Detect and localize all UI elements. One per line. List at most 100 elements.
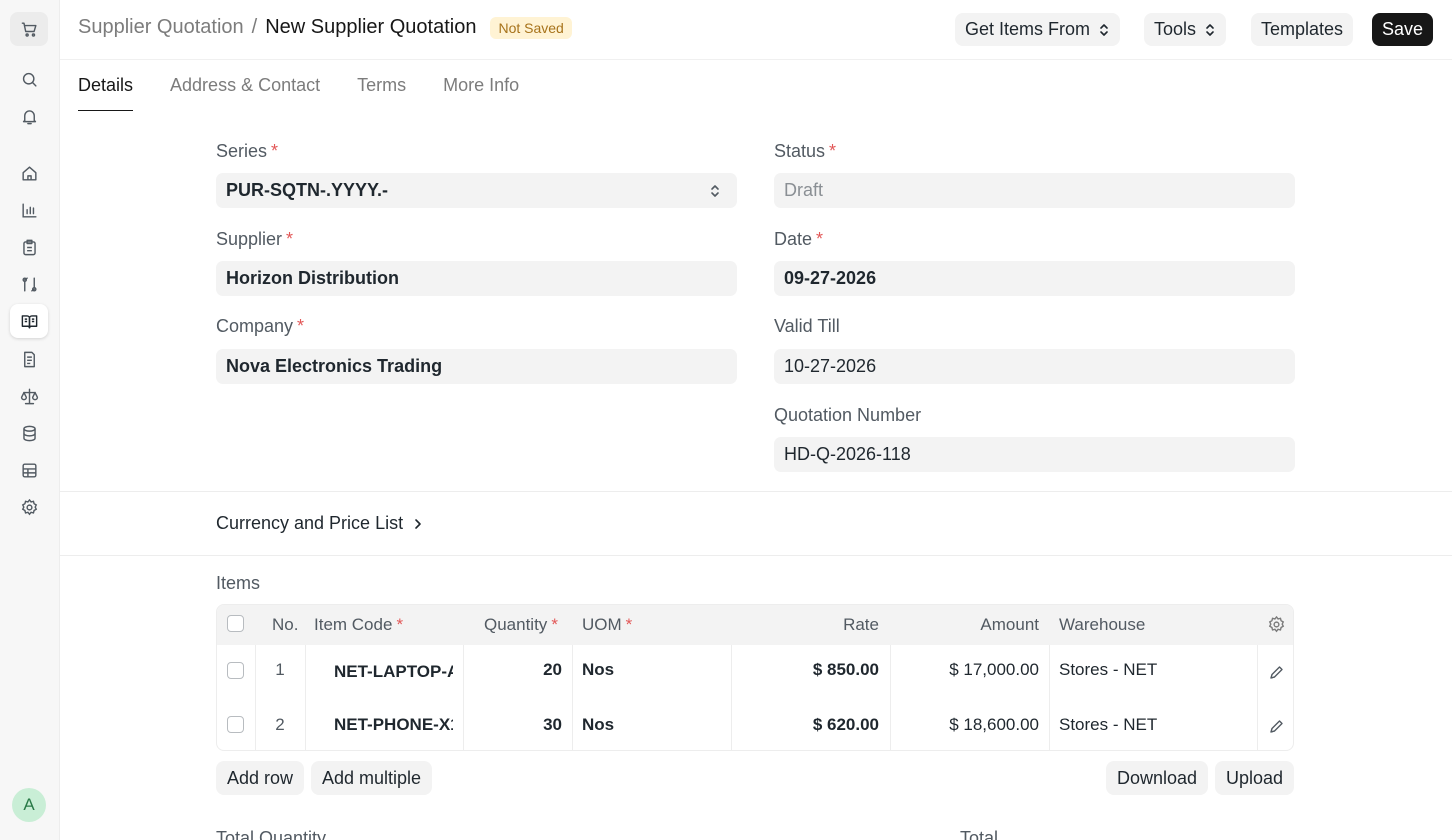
quotation-number-field[interactable]: HD-Q-2026-118 [774,437,1295,472]
status-label-text: Status [774,141,826,161]
supplier-label: Supplier * [216,229,293,250]
tab-terms[interactable]: Terms [357,60,406,111]
tab-more-info[interactable]: More Info [443,60,519,111]
supplier-value: Horizon Distribution [226,268,399,288]
uom-cell[interactable]: Nos [582,660,614,680]
company-value: Nova Electronics Trading [226,356,443,376]
chart-icon[interactable] [10,193,48,227]
quantity-cell[interactable]: 30 [463,715,562,735]
breadcrumb-parent[interactable]: Supplier Quotation [78,16,244,39]
supplier-label-text: Supplier [216,229,283,249]
col-quantity-text: Quantity [484,615,548,634]
home-icon[interactable] [10,156,48,190]
uom-cell[interactable]: Nos [582,715,614,735]
date-value: 09-27-2026 [784,268,877,288]
section-divider [60,491,1452,492]
required-mark: * [286,229,294,249]
status-label: Status * [774,141,836,162]
row-checkbox[interactable] [227,716,244,733]
col-quantity: Quantity * [484,615,558,635]
required-mark: * [271,141,279,161]
date-label-text: Date [774,229,813,249]
form-tabs: Details Address & Contact Terms More Inf… [78,60,556,112]
required-mark: * [551,615,558,634]
amount-cell: $ 17,000.00 [949,660,1039,679]
total-label: Total [960,828,999,840]
item-code-cell[interactable]: NET-PHONE-X1 [334,715,453,735]
items-label: Items [216,573,261,593]
company-label: Company * [216,316,304,337]
items-table-header: No. Item Code * Quantity * UOM * Rate Amoun… [217,605,1293,645]
save-button[interactable]: Save [1372,13,1434,46]
company-label-text: Company [216,316,294,336]
get-items-from-button[interactable]: Get Items From [955,13,1121,46]
page-title: New Supplier Quotation [265,16,477,38]
chevron-up-down-icon [1206,23,1214,36]
company-field[interactable]: Nova Electronics Trading [216,349,737,384]
row-checkbox[interactable] [227,662,244,679]
bell-icon[interactable] [10,99,48,133]
col-no: No. [272,615,299,634]
rate-cell[interactable]: $ 620.00 [732,715,879,735]
table-icon[interactable] [10,453,48,487]
col-amount: Amount [980,615,1039,634]
column-divider [305,645,306,750]
add-multiple-button[interactable]: Add multiple [311,761,433,795]
quantity-cell[interactable]: 20 [463,660,562,680]
download-button[interactable]: Download [1106,761,1209,795]
quotation-number-value: HD-Q-2026-118 [784,444,911,464]
select-all-checkbox[interactable] [227,615,244,632]
series-select[interactable]: PUR-SQTN-.YYYY.- [216,173,737,208]
edit-row-icon[interactable] [1268,719,1284,735]
edit-row-icon[interactable] [1268,665,1284,681]
total-quantity-label: Total Quantity [216,828,327,840]
clipboard-icon[interactable] [10,230,48,264]
get-items-from-label: Get Items From [965,19,1091,39]
currency-section-toggle[interactable]: Currency and Price List [216,513,425,534]
warehouse-cell[interactable]: Stores - NET [1059,715,1157,735]
app-root: A Supplier Quotation / New Supplier Quot… [0,0,1452,840]
col-item-code: Item Code * [314,615,403,635]
search-icon[interactable] [10,62,48,96]
supplier-field[interactable]: Horizon Distribution [216,261,737,296]
column-settings-icon[interactable] [1267,615,1286,634]
valid-till-value: 10-27-2026 [784,356,877,376]
valid-till-field[interactable]: 10-27-2026 [774,349,1295,384]
col-uom-text: UOM [582,615,622,634]
file-text-icon[interactable] [10,342,48,376]
column-divider [1049,645,1050,750]
chevron-up-down-icon [711,185,719,197]
section-divider [60,555,1452,556]
chevron-right-icon [415,518,421,529]
database-icon[interactable] [10,416,48,450]
breadcrumb-separator: / [251,16,258,38]
currency-section-title: Currency and Price List [216,513,404,533]
add-row-button[interactable]: Add row [216,761,305,795]
tools-label: Tools [1154,19,1197,39]
templates-button[interactable]: Templates [1251,13,1354,46]
git-compare-icon[interactable] [10,267,48,301]
cart-icon[interactable] [10,12,48,46]
required-mark: * [396,615,404,634]
upload-button[interactable]: Upload [1215,761,1295,795]
tools-button[interactable]: Tools [1144,13,1227,46]
date-label: Date * [774,229,823,250]
row-no: 2 [275,715,285,734]
valid-till-label: Valid Till [774,316,840,336]
col-item-code-text: Item Code [314,615,393,634]
status-badge: Not Saved [490,16,572,39]
breadcrumb: Supplier Quotation / New Supplier Quotat… [78,16,572,39]
tab-address-contact[interactable]: Address & Contact [170,60,320,111]
rate-cell[interactable]: $ 850.00 [732,660,879,680]
date-field[interactable]: 09-27-2026 [774,261,1295,296]
required-mark: * [829,141,837,161]
scale-icon[interactable] [10,379,48,413]
book-open-icon[interactable] [10,304,48,338]
avatar[interactable]: A [12,788,46,822]
tab-details[interactable]: Details [78,60,134,111]
item-code-cell[interactable]: NET-LAPTOP-A [334,662,453,682]
col-uom: UOM * [582,615,632,635]
series-label-text: Series [216,141,268,161]
warehouse-cell[interactable]: Stores - NET [1059,660,1157,680]
gear-icon[interactable] [10,490,48,524]
